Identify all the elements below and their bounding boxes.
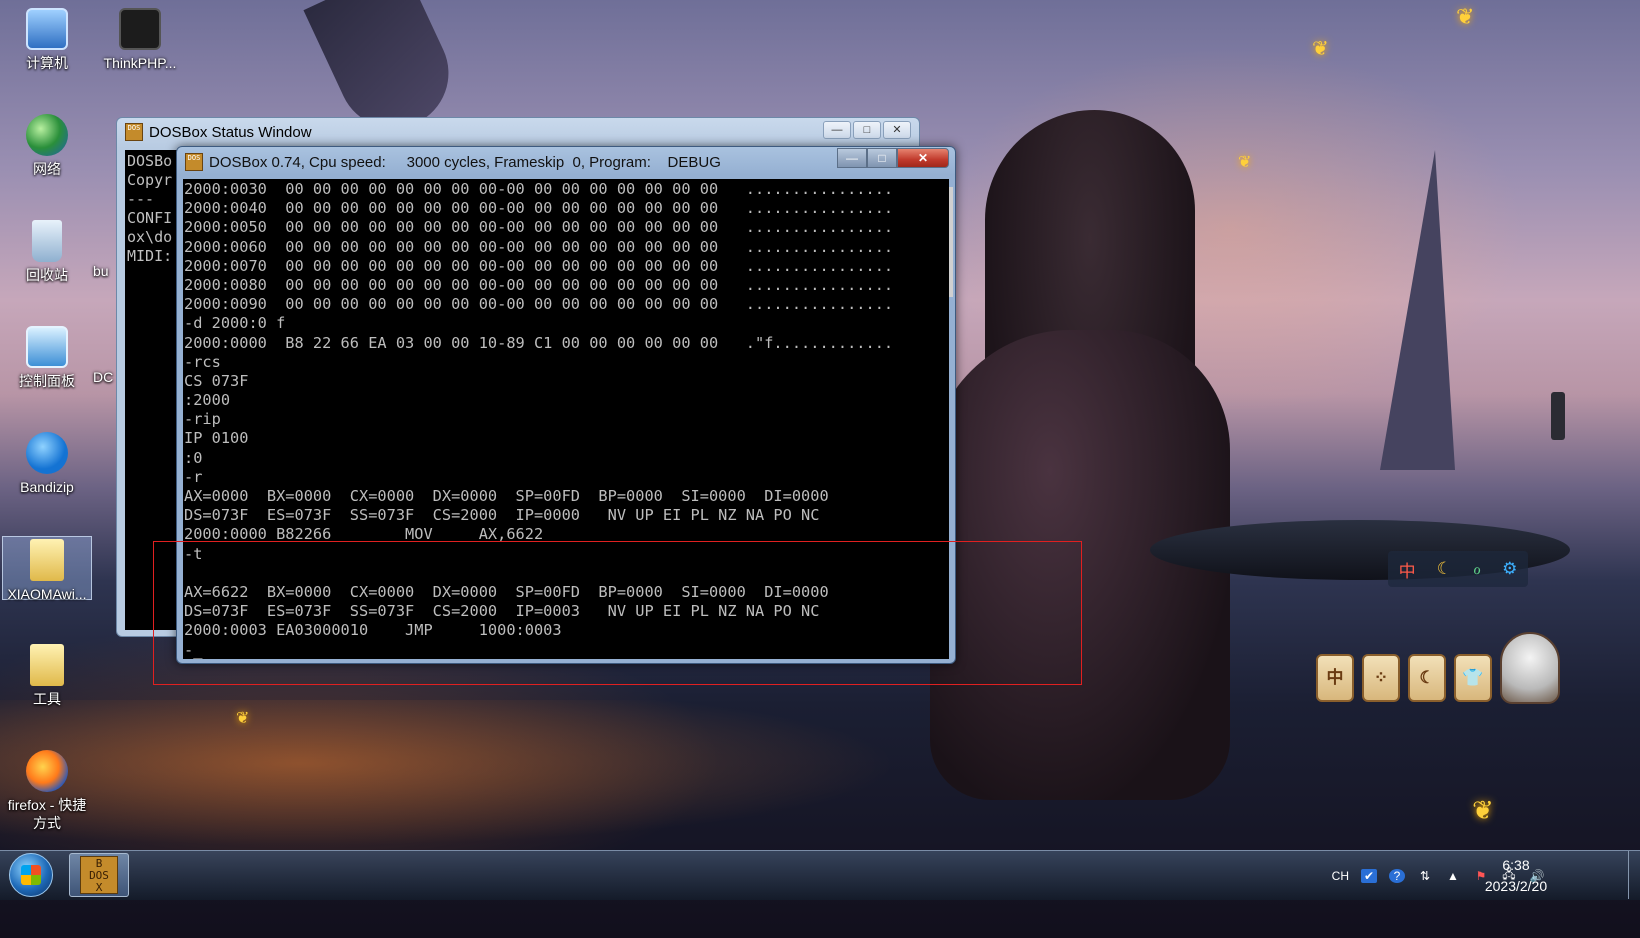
clock-time: 6:38 (1502, 857, 1530, 873)
minimize-button[interactable]: — (837, 148, 867, 168)
desktop-icon-recycle-bin[interactable]: 回收站 (2, 220, 92, 284)
taskbar: B DOS X CH ✔ ? ⇅ ▲ ⚑ 🖧 🔊 6:38 2023/2/20 (0, 850, 1640, 900)
control-panel-icon (26, 326, 68, 368)
taskbar-item-dosbox[interactable]: B DOS X (69, 853, 129, 897)
console-line: 2000:0050 00 00 00 00 00 00 00 00-00 00 … (184, 218, 894, 237)
folder-icon (30, 644, 64, 686)
console-line: AX=0000 BX=0000 CX=0000 DX=0000 SP=00FD … (184, 487, 829, 505)
console-line: -d 2000:0 f (184, 314, 286, 333)
scrollbar-thumb[interactable] (949, 187, 953, 297)
butterfly-icon: ❦ (1456, 4, 1475, 29)
dosbox-window-controls: — □ ✕ (837, 148, 949, 168)
dosbox-app-icon: DOS (185, 153, 203, 171)
network-icon (26, 114, 68, 156)
console-line: 2000:0080 00 00 00 00 00 00 00 00-00 00 … (184, 275, 894, 294)
desktop-icon-firefox[interactable]: firefox - 快捷方式 (2, 750, 92, 832)
ime-card-chinese[interactable]: 中 (1316, 654, 1354, 702)
show-hidden-icons-icon[interactable]: ▲ (1445, 869, 1461, 883)
console-line: 2000:0070 00 00 00 00 00 00 00 00-00 00 … (184, 256, 894, 275)
maximize-button[interactable]: □ (853, 121, 881, 139)
checkbox-tray-icon[interactable]: ✔ (1361, 868, 1377, 883)
desktop-icon-computer[interactable]: 计算机 (2, 8, 92, 72)
close-button[interactable]: ✕ (883, 121, 911, 139)
firefox-icon (26, 750, 68, 792)
console-line: DS=073F ES=073F SS=073F CS=2000 IP=0000 … (184, 506, 820, 525)
moon-icon[interactable]: ☾ (1437, 559, 1452, 579)
settings-icon[interactable]: ⚙ (1502, 559, 1517, 579)
folder-icon (30, 539, 64, 581)
wallpaper-spire (1380, 150, 1455, 470)
console-line: 2000:0000 B8 22 66 EA 03 00 00 10-89 C1 … (184, 333, 894, 352)
console-line: 2000:0090 00 00 00 00 00 00 00 00-00 00 … (184, 295, 894, 314)
butterfly-icon: ❦ (1472, 795, 1494, 825)
desktop-icon-xiaomawi[interactable]: XIAOMAwi... (2, 536, 92, 602)
ime-chinese-toggle[interactable]: 中 (1399, 557, 1416, 582)
status-window-titlebar[interactable]: DOS DOSBox Status Window (117, 118, 919, 146)
console-line: CS 073F (184, 371, 249, 390)
dosbox-app-icon: DOS (125, 123, 143, 141)
console-line: 2000:0060 00 00 00 00 00 00 00 00-00 00 … (184, 237, 894, 256)
wallpaper-city-glow (0, 700, 1000, 860)
clock-date: 2023/2/20 (1484, 878, 1548, 894)
dosbox-title: DOSBox 0.74, Cpu speed: 3000 cycles, Fra… (209, 153, 721, 171)
show-desktop-button[interactable] (1628, 851, 1640, 899)
console-line: -rip (184, 410, 221, 429)
transfer-tray-icon[interactable]: ⇅ (1417, 869, 1433, 883)
help-tray-icon[interactable]: ? (1389, 868, 1405, 883)
desktop-icon-thinkphp[interactable]: ThinkPHP... (95, 8, 185, 72)
input-language-indicator[interactable]: CH (1332, 869, 1349, 883)
recycle-bin-icon (32, 220, 62, 262)
butterfly-icon: ❦ (1312, 38, 1329, 60)
status-window-controls: — □ ✕ (823, 121, 911, 139)
console-line: -rcs (184, 352, 221, 371)
ime-toolbar: 中 ☾ ℴ ⚙ (1388, 551, 1528, 587)
console-line: :0 (184, 448, 203, 467)
start-button[interactable] (9, 853, 53, 897)
butterfly-icon: ❦ (236, 710, 250, 727)
desktop-icon-control-panel[interactable]: 控制面板 (2, 326, 92, 390)
highlight-annotation-box (153, 541, 1082, 685)
taskbar-clock[interactable]: 6:38 2023/2/20 (1460, 855, 1572, 897)
console-line: 2000:0040 00 00 00 00 00 00 00 00-00 00 … (184, 199, 894, 218)
ime-skin-cards: 中 ⁘ ☾ 👕 (1316, 654, 1492, 702)
console-line: -r (184, 467, 203, 486)
ime-card-skin[interactable]: 👕 (1454, 654, 1492, 702)
maximize-button[interactable]: □ (867, 148, 897, 168)
computer-icon (26, 8, 68, 50)
status-window-title: DOSBox Status Window (149, 123, 312, 141)
side-panel-handle[interactable] (1551, 392, 1565, 440)
desktop-icon-tools[interactable]: 工具 (2, 644, 92, 708)
minimize-button[interactable]: — (823, 121, 851, 139)
butterfly-icon: ❦ (1238, 154, 1252, 171)
desktop-icon-bandizip[interactable]: Bandizip (2, 432, 92, 496)
console-line: :2000 (184, 391, 231, 410)
ime-card-punct[interactable]: ⁘ (1362, 654, 1400, 702)
monitor-icon (119, 8, 161, 50)
ime-card-moon[interactable]: ☾ (1408, 654, 1446, 702)
bandizip-icon (26, 432, 68, 474)
ime-mascot-icon[interactable] (1500, 632, 1560, 704)
punctuation-icon[interactable]: ℴ (1473, 559, 1481, 579)
desktop-icon-network[interactable]: 网络 (2, 114, 92, 178)
close-button[interactable]: ✕ (897, 148, 949, 168)
dosbox-taskbar-icon: B DOS X (80, 856, 118, 894)
console-line: 2000:0030 00 00 00 00 00 00 00 00-00 00 … (184, 180, 894, 198)
console-line: IP 0100 (184, 429, 249, 448)
